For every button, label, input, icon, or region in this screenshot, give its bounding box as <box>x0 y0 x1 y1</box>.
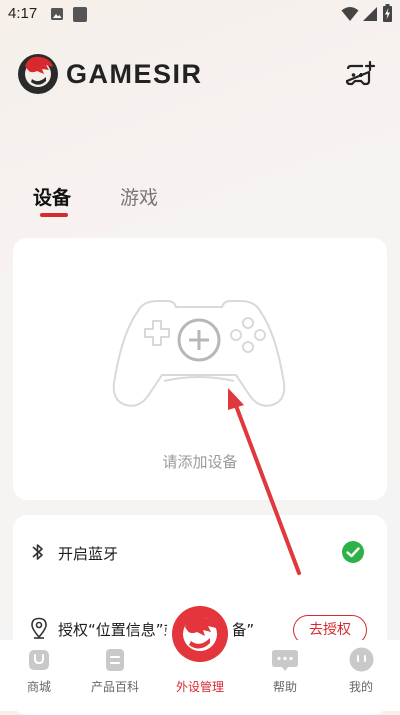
chat-icon <box>272 650 298 671</box>
nav-item-profile[interactable]: 我的 <box>325 640 397 700</box>
encyclopedia-icon <box>106 649 124 671</box>
nav-item-help[interactable]: 帮助 <box>249 640 321 700</box>
gamesir-emblem-icon: GAMESIR <box>18 54 203 94</box>
nav-label-profile: 我的 <box>348 680 373 694</box>
nav-label-help: 帮助 <box>272 680 297 694</box>
nav-label-store: 商城 <box>26 680 51 694</box>
profile-icon <box>349 647 374 672</box>
status-time: 4:17 <box>8 5 38 22</box>
app-notification-icon <box>73 7 87 22</box>
bluetooth-label: 开启蓝牙 <box>58 545 119 563</box>
wifi-icon <box>341 7 359 21</box>
nav-label-encyclopedia: 产品百科 <box>90 680 139 694</box>
cellular-signal-icon <box>363 7 377 21</box>
nav-item-store[interactable]: 商城 <box>3 640 75 700</box>
gamesir-logo-icon <box>172 606 228 662</box>
store-icon <box>29 650 49 670</box>
gamepad-add-icon[interactable] <box>108 293 290 413</box>
location-pin-icon <box>31 617 47 639</box>
tab-games[interactable]: 游戏 <box>120 183 158 210</box>
nav-label-device-management: 外设管理 <box>175 680 224 694</box>
add-device-label: 请添加设备 <box>162 453 238 471</box>
battery-charging-icon <box>383 4 392 22</box>
check-circle-icon <box>342 541 364 563</box>
tab-devices[interactable]: 设备 <box>33 183 71 210</box>
nav-item-encyclopedia[interactable]: 产品百科 <box>79 640 151 700</box>
bluetooth-icon <box>32 544 43 560</box>
gamesir-logo: GAMESIR <box>16 50 231 98</box>
image-notification-icon <box>51 8 63 20</box>
active-tab-indicator <box>40 213 68 217</box>
add-controller-icon <box>345 60 376 86</box>
brand-wordmark: GAMESIR <box>66 59 203 89</box>
add-controller-button[interactable] <box>344 60 376 89</box>
device-card[interactable]: 请添加设备 <box>13 238 387 500</box>
device-management-fab[interactable] <box>166 600 234 668</box>
status-bar: 4:17 <box>0 0 400 30</box>
